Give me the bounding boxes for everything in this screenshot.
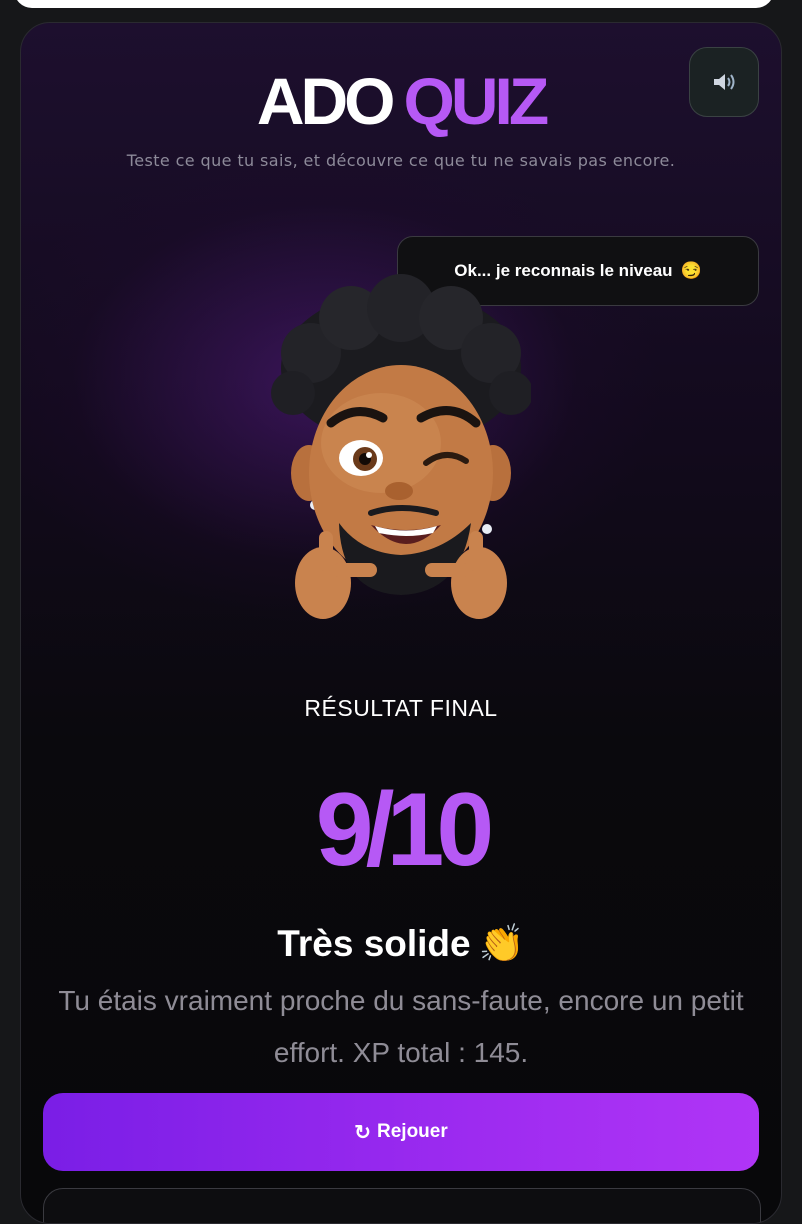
speaker-icon <box>714 74 735 90</box>
secondary-button[interactable] <box>43 1188 761 1223</box>
app-logo: ADO QUIZ <box>21 68 781 134</box>
result-description: Tu étais vraiment proche du sans-faute, … <box>58 985 744 1068</box>
smirk-emoji-icon: 😏 <box>680 261 702 280</box>
replay-label: Rejouer <box>377 1121 448 1142</box>
logo-ado: ADO <box>256 64 396 138</box>
clapping-hands-icon: 👏 <box>478 923 525 964</box>
refresh-icon: ↻ <box>354 1121 371 1144</box>
logo-quiz: QUIZ <box>403 64 550 138</box>
quiz-card: ADO QUIZ Teste ce que tu sais, et découvr… <box>20 22 782 1224</box>
verdict-text: Très solide <box>277 923 471 964</box>
tagline: Teste ce que tu sais, et découvre ce que… <box>126 151 676 170</box>
sound-button[interactable] <box>689 47 759 117</box>
verdict-title: Très solide 👏 <box>21 923 781 966</box>
score-display: 9/10 <box>315 772 494 888</box>
top-bar <box>14 0 774 8</box>
memoji-avatar-icon <box>271 274 531 619</box>
result-label: RÉSULTAT FINAL <box>304 695 498 721</box>
replay-button[interactable]: ↻ Rejouer <box>43 1093 759 1171</box>
browser-top-strip <box>0 0 802 20</box>
